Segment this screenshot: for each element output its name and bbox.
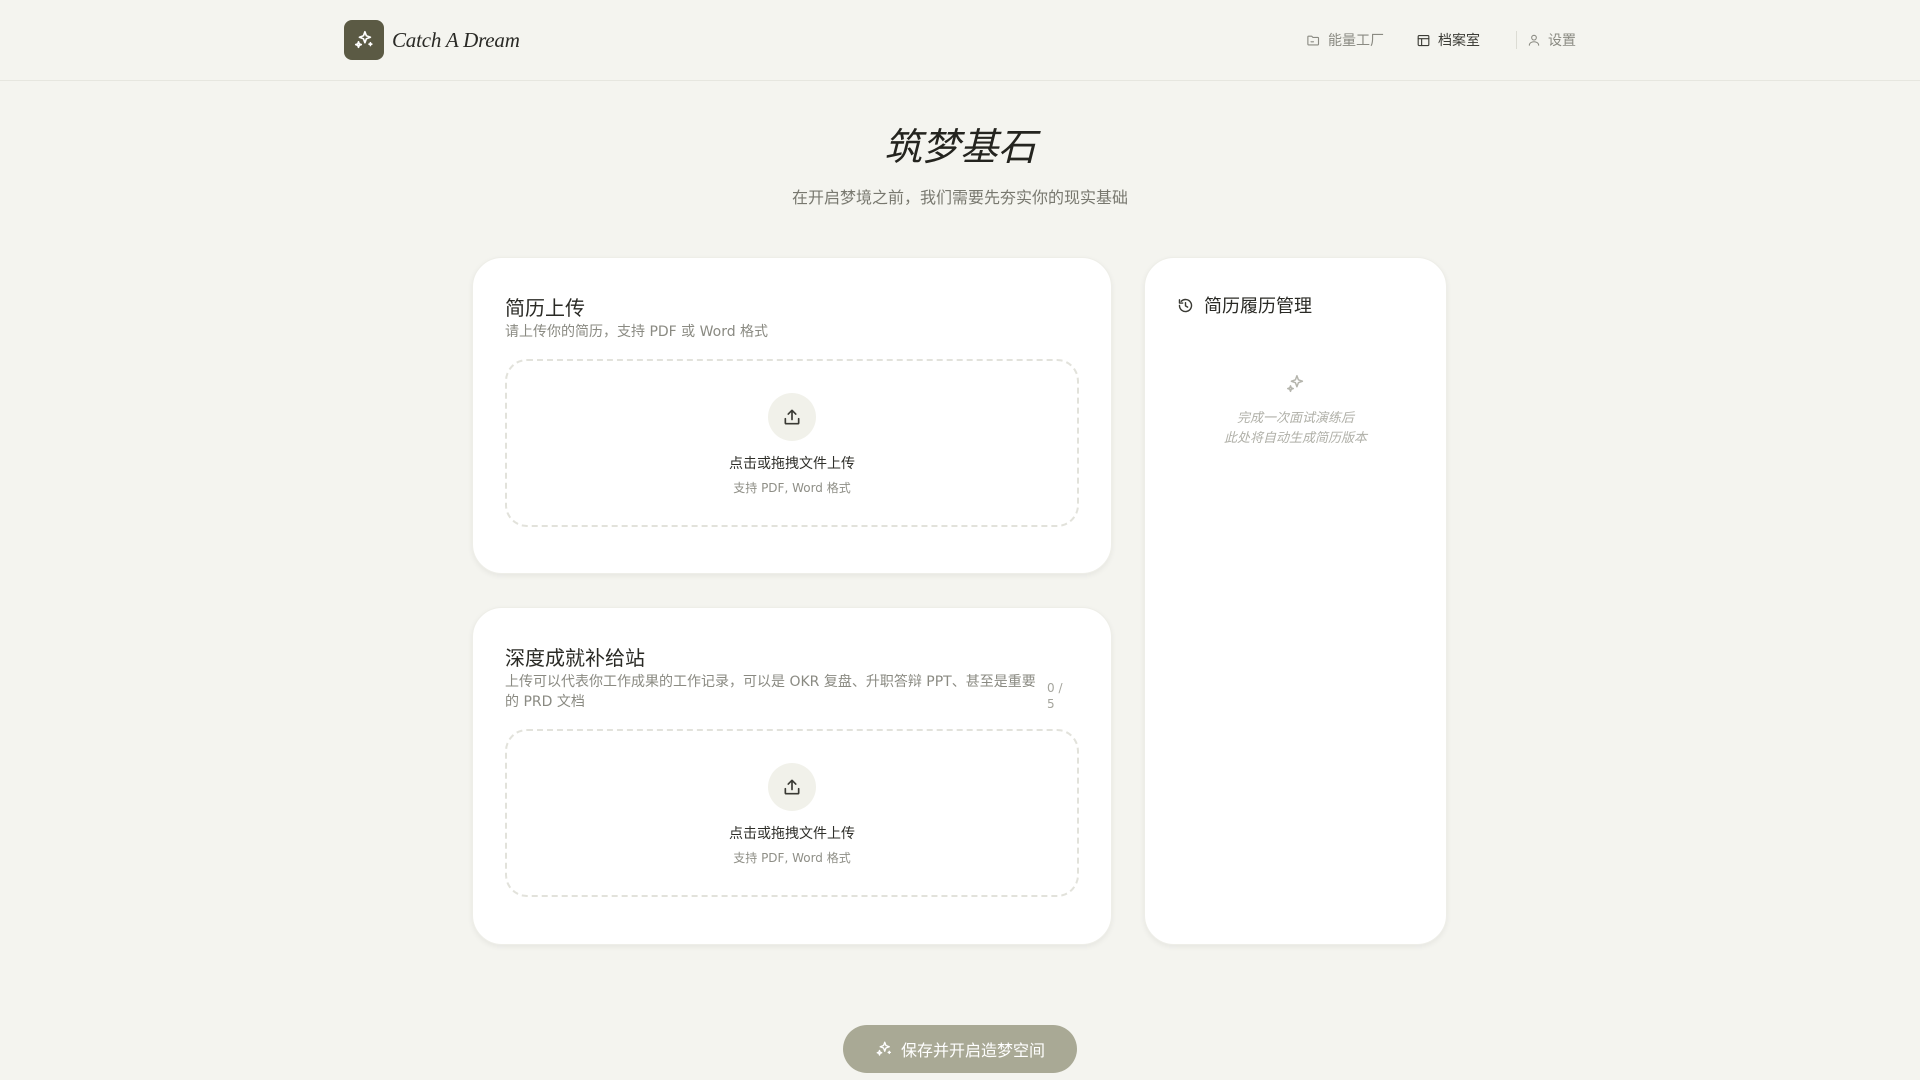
- nav-item-archive[interactable]: 档案室: [1416, 30, 1480, 50]
- resume-dropzone[interactable]: 点击或拖拽文件上传 支持 PDF, Word 格式: [505, 359, 1079, 527]
- user-icon: [1528, 34, 1540, 46]
- upload-button[interactable]: [768, 393, 816, 441]
- nav-item-label: 设置: [1548, 33, 1576, 49]
- sparkles-icon: [354, 30, 373, 49]
- archive-icon: [1417, 34, 1430, 46]
- save-button-label: 保存并开启造梦空间: [900, 1041, 1045, 1060]
- page-subtitle: 在开启梦境之前，我们需要先夯实你的现实基础: [791, 188, 1128, 207]
- card-description: 请上传你的简历，支持 PDF 或 Word 格式: [505, 324, 769, 340]
- upload-icon: [784, 779, 800, 795]
- file-counter: 0 / 5: [1047, 681, 1063, 711]
- sparkles-icon: [1286, 375, 1303, 393]
- card-description: 上传可以代表你工作成果的工作记录，可以是 OKR 复盘、升职答辩 PPT、甚至是…: [505, 674, 1036, 710]
- empty-state-text: 完成一次面试演练后 此处将自动生成简历版本: [1145, 409, 1446, 449]
- dropzone-hint: 支持 PDF, Word 格式: [733, 481, 851, 495]
- card-title: 简历上传: [505, 296, 585, 320]
- resume-history-card: 简历履历管理 完成一次面试演练后 此处将自动生成简历版本: [1144, 257, 1447, 945]
- save-and-start-button[interactable]: 保存并开启造梦空间: [843, 1025, 1077, 1073]
- dropzone-label: 点击或拖拽文件上传: [729, 456, 855, 472]
- card-title: 深度成就补给站: [505, 646, 645, 670]
- top-nav: 能量工厂 档案室 设置: [1306, 28, 1576, 52]
- upload-icon: [784, 409, 800, 425]
- resume-upload-card: 简历上传 请上传你的简历，支持 PDF 或 Word 格式 点击或拖拽文件上传 …: [472, 257, 1112, 574]
- hero: 筑梦基石 在开启梦境之前，我们需要先夯实你的现实基础: [0, 122, 1920, 208]
- nav-item-energy-factory[interactable]: 能量工厂: [1306, 30, 1384, 50]
- top-header: Catch A Dream 能量工厂 档案室 设置: [0, 0, 1920, 81]
- upload-button[interactable]: [768, 763, 816, 811]
- folder-icon: [1307, 35, 1320, 45]
- history-icon: [1178, 298, 1193, 312]
- nav-divider: [1516, 31, 1517, 49]
- empty-state: 完成一次面试演练后 此处将自动生成简历版本: [1145, 373, 1446, 449]
- sparkles-icon: [876, 1041, 892, 1056]
- empty-line-1: 完成一次面试演练后: [1236, 411, 1354, 426]
- achievement-card: 深度成就补给站 上传可以代表你工作成果的工作记录，可以是 OKR 复盘、升职答辩…: [472, 607, 1112, 945]
- nav-item-label: 能量工厂: [1328, 33, 1384, 49]
- card-header: 简历履历管理: [1177, 292, 1312, 318]
- dropzone-label: 点击或拖拽文件上传: [729, 826, 855, 842]
- brand[interactable]: Catch A Dream: [344, 20, 520, 60]
- page-title: 筑梦基石: [883, 125, 1036, 169]
- nav-item-settings[interactable]: 设置: [1527, 30, 1576, 50]
- dropzone-hint: 支持 PDF, Word 格式: [733, 851, 851, 865]
- empty-line-2: 此处将自动生成简历版本: [1223, 431, 1367, 446]
- logo: [344, 20, 384, 60]
- app-name: Catch A Dream: [392, 27, 520, 52]
- card-title: 简历履历管理: [1204, 296, 1312, 317]
- nav-item-label: 档案室: [1438, 33, 1480, 49]
- achievement-dropzone[interactable]: 点击或拖拽文件上传 支持 PDF, Word 格式: [505, 729, 1079, 897]
